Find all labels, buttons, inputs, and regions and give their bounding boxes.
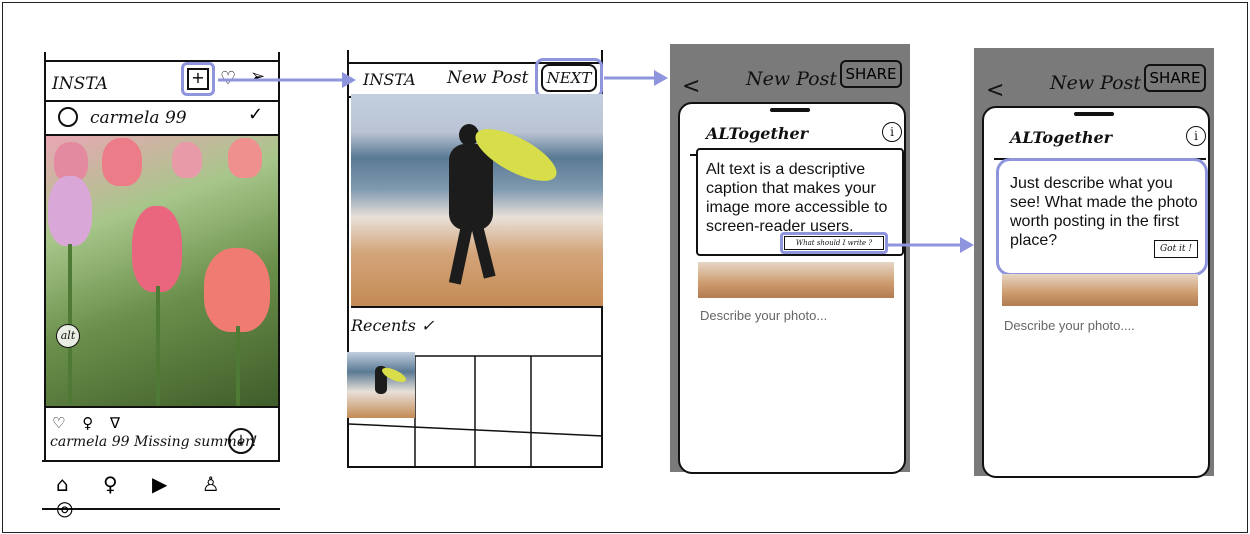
flow-arrow-1-head	[342, 72, 356, 88]
flow-arrows	[218, 70, 974, 253]
flow-arrow-2-head	[654, 70, 668, 86]
flow-arrow-3-head	[960, 237, 974, 253]
